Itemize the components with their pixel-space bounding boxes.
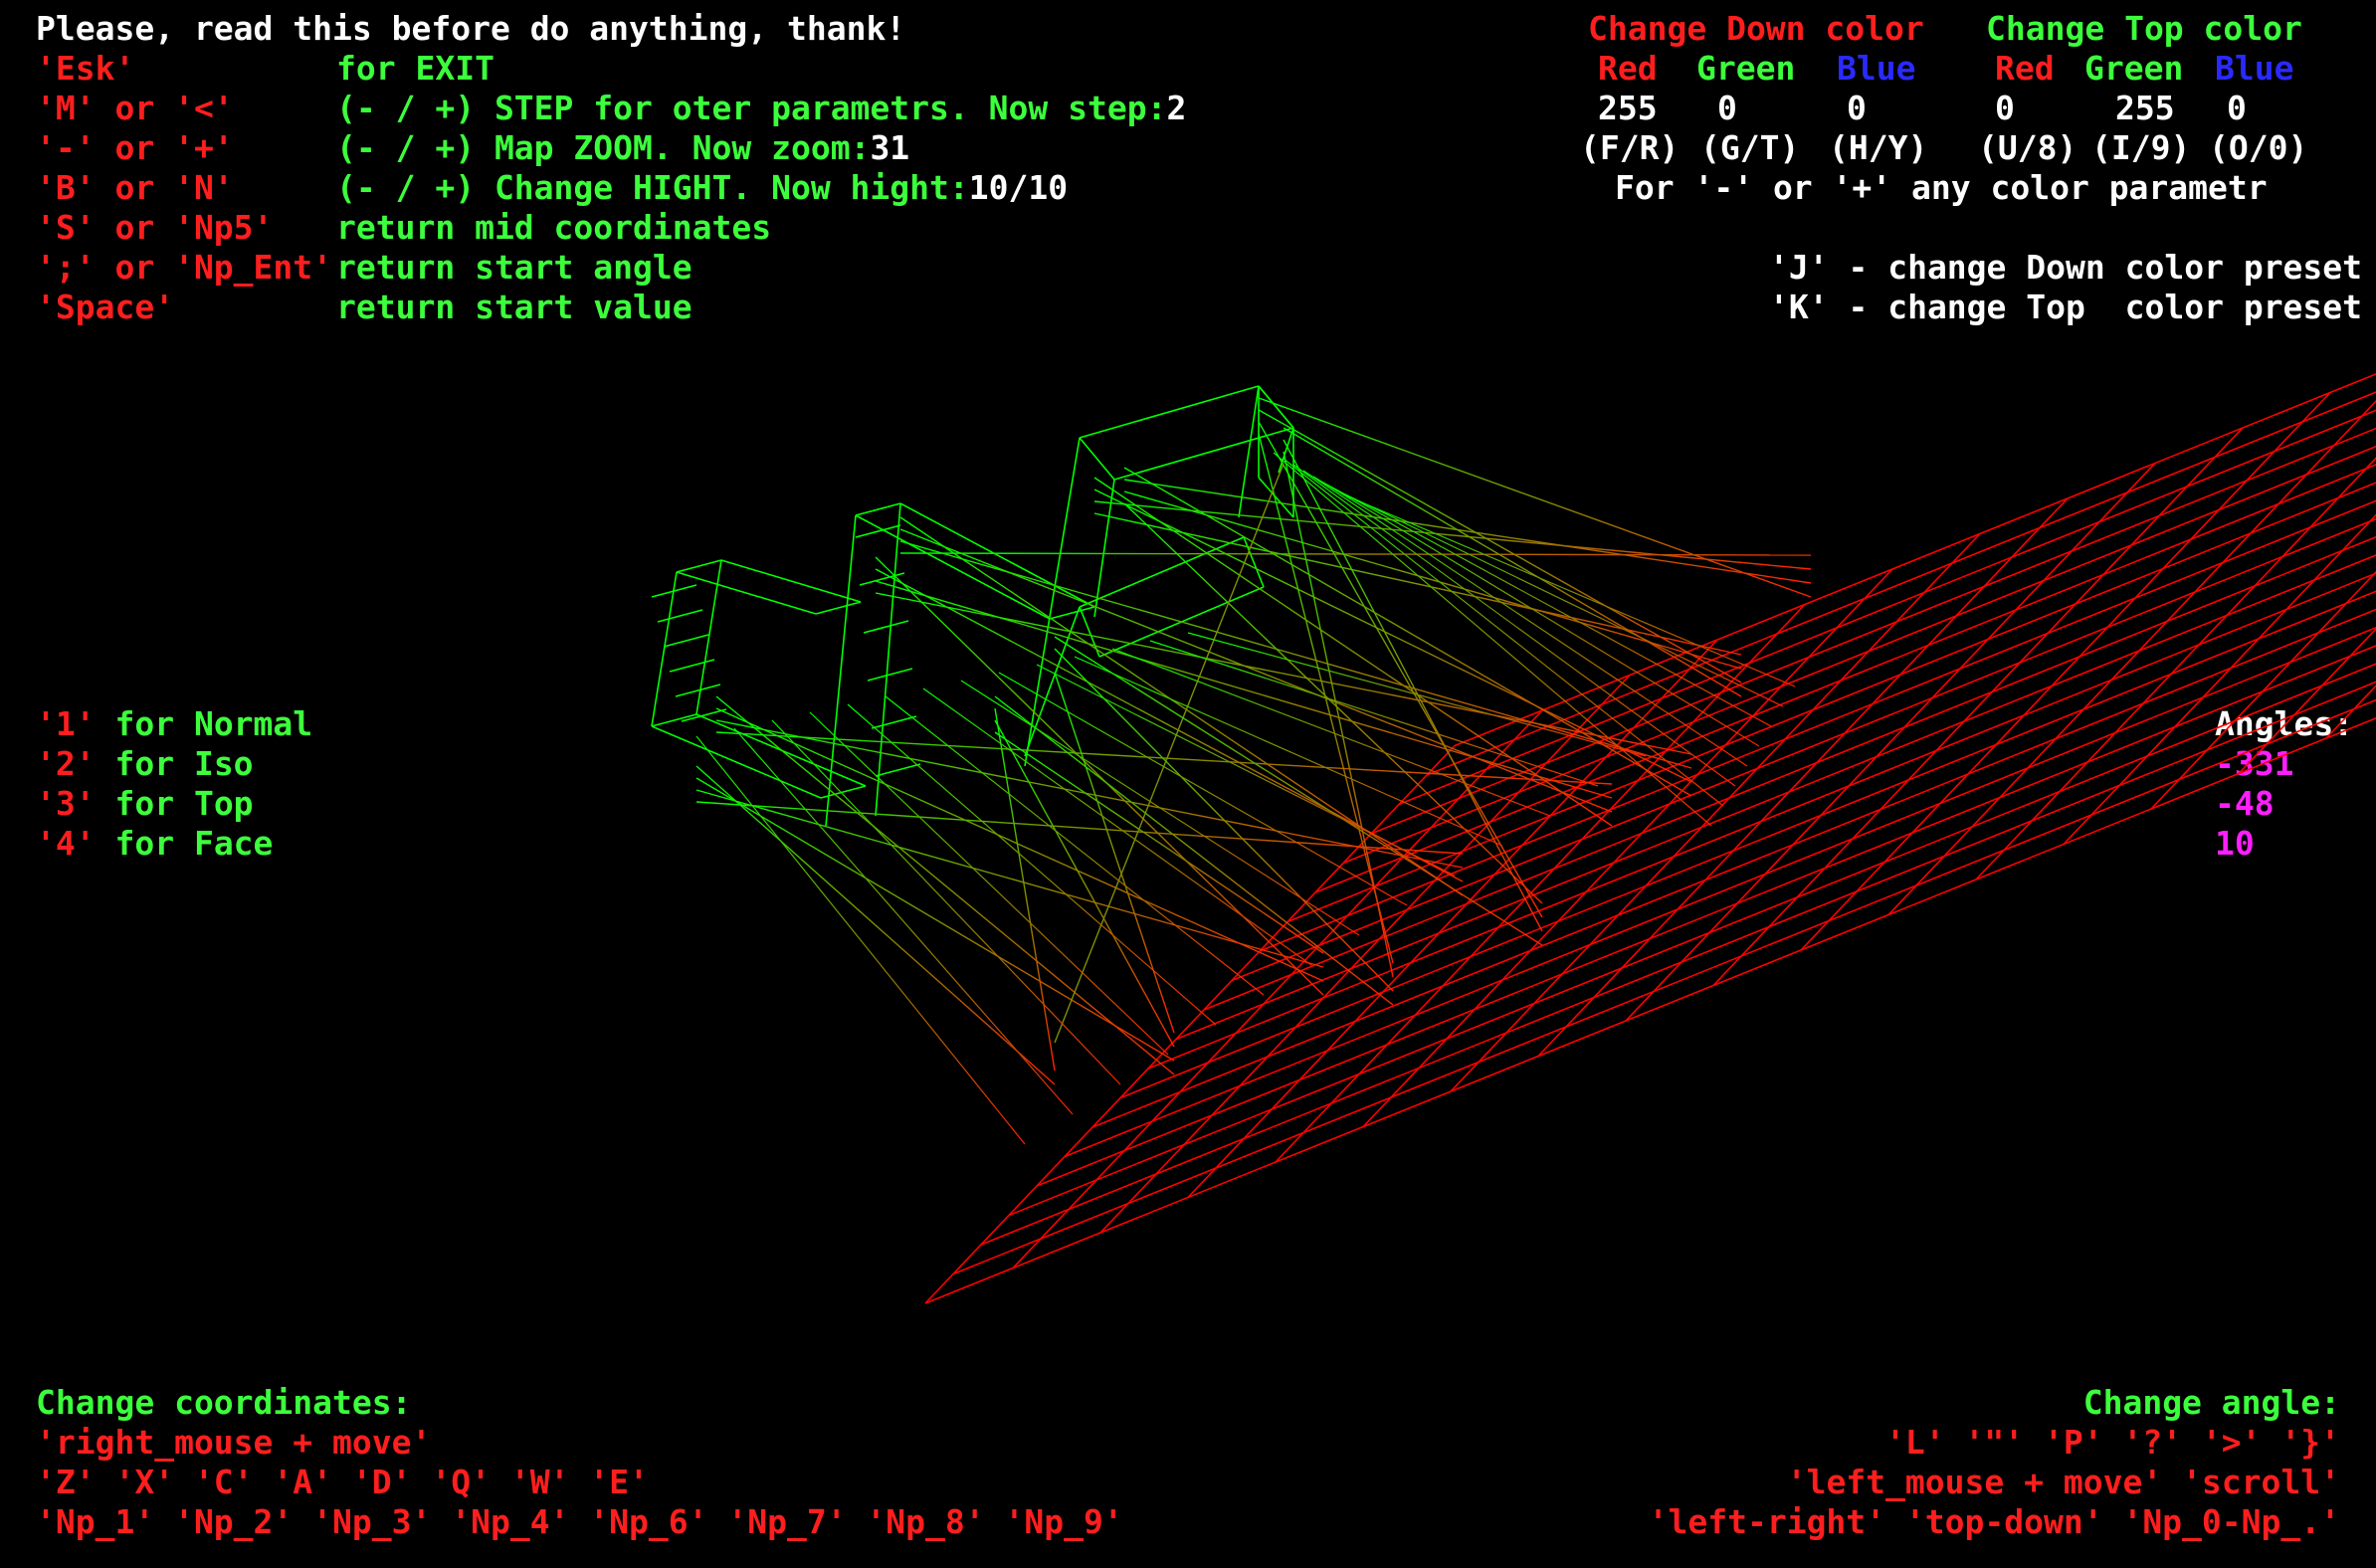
- wireframe-map-canvas[interactable]: [0, 0, 2376, 1568]
- wireframe-mesh: [651, 373, 2376, 1304]
